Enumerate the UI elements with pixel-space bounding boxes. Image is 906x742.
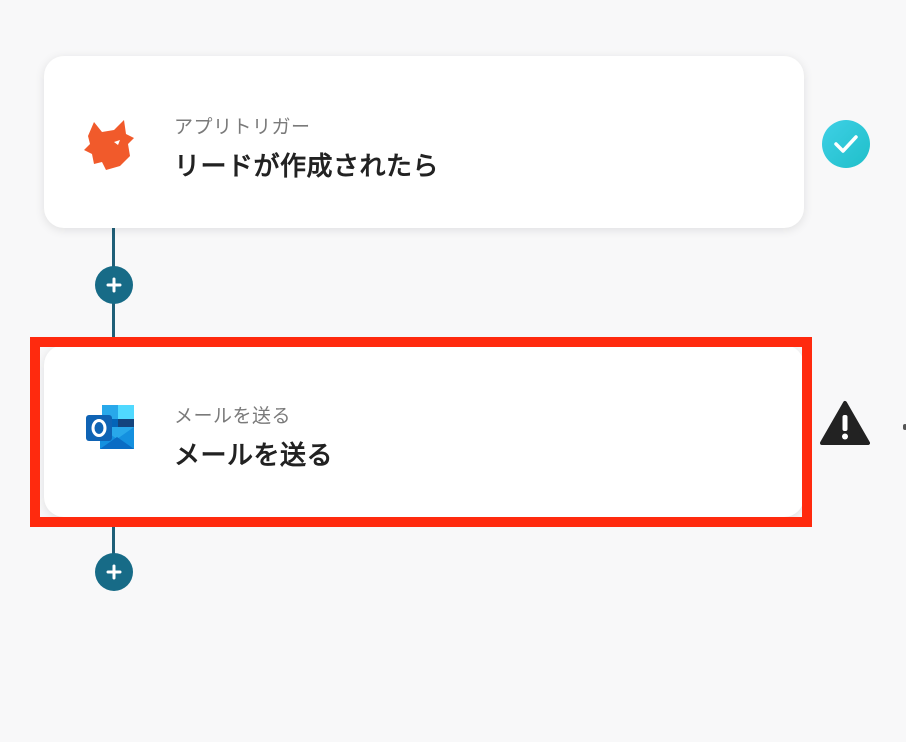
step-subtitle: アプリトリガー (174, 116, 311, 138)
trigger-step-card[interactable]: アプリトリガー リードが作成されたら (44, 56, 804, 228)
outlook-app-icon (80, 397, 140, 457)
plus-icon (106, 277, 122, 293)
add-step-button[interactable] (95, 266, 133, 304)
send-mail-step-card[interactable]: メールを送る メールを送る (44, 345, 804, 517)
step-title: リードが作成されたら (174, 152, 440, 182)
check-circle-icon (822, 120, 870, 168)
step-title: メールを送る (174, 441, 334, 471)
add-step-button[interactable] (95, 553, 133, 591)
step-subtitle: メールを送る (174, 405, 292, 427)
fox-app-icon (80, 114, 140, 174)
warning-triangle-icon (820, 400, 870, 446)
plus-icon (106, 564, 122, 580)
